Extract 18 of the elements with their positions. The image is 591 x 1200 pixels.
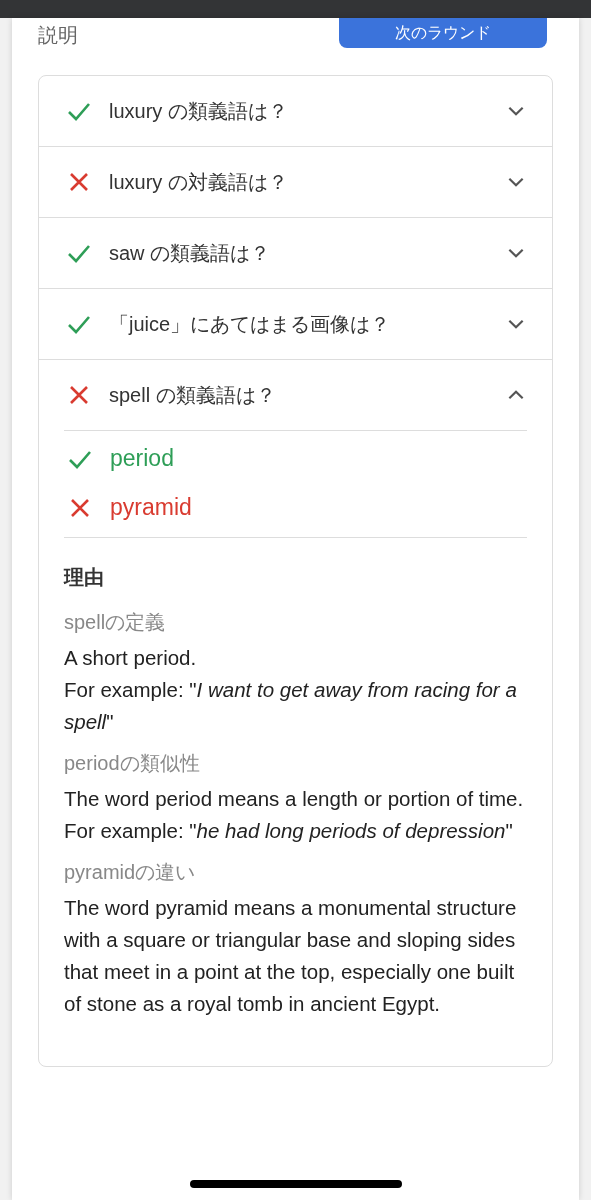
explanation-text: For example: "he had long periods of depression" bbox=[64, 818, 514, 844]
answer-text: pyramid bbox=[110, 494, 192, 521]
section-heading: pyramidの違い bbox=[64, 860, 197, 885]
question-row[interactable]: luxury の類義語は？ bbox=[39, 76, 552, 146]
explanation-text: A short period. bbox=[64, 645, 198, 671]
question-row[interactable]: 「juice」にあてはまる画像は？ bbox=[39, 289, 552, 359]
next-round-button[interactable]: 次のラウンド bbox=[339, 18, 547, 48]
explanation-text: For example: "I want to get away from racing for a spell" bbox=[64, 677, 518, 735]
answer-text: period bbox=[110, 445, 174, 472]
reason-title: 理由 bbox=[64, 565, 105, 590]
question-row[interactable]: saw の類義語は？ bbox=[39, 218, 552, 288]
question-row[interactable]: luxury の対義語は？ bbox=[39, 147, 552, 217]
section-heading: periodの類似性 bbox=[64, 751, 201, 776]
section-label: 説明 bbox=[38, 23, 78, 48]
explanation-text: The word period means a length or portion of time. bbox=[64, 786, 525, 812]
explanation-text: The word pyramid means a monumental structure with a square or triangular base and sloping sides that meet in a point at the top, especially one built of stone as a royal tomb in ancient Egypt. bbox=[64, 895, 518, 1017]
question-row[interactable]: spell の類義語は？ bbox=[39, 360, 552, 430]
section-heading: spellの定義 bbox=[64, 610, 167, 635]
